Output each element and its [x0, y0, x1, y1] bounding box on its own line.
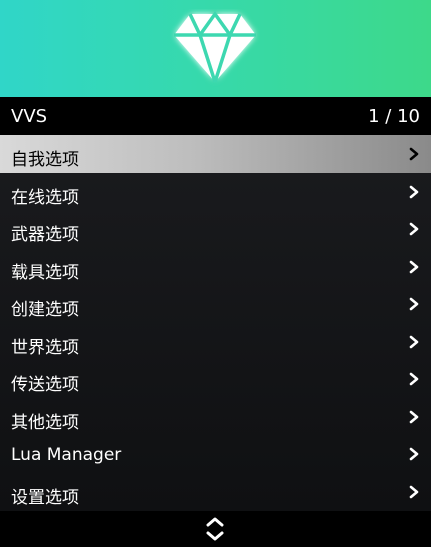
menu-item-misc-options[interactable]: 其他选项	[0, 398, 431, 436]
menu-item-vehicle-options[interactable]: 载具选项	[0, 248, 431, 286]
menu-list: 自我选项 在线选项 武器选项 载具选项 创建选项 世界选项 传送选项 其他选项	[0, 135, 431, 511]
menu-item-label: 其他选项	[11, 412, 79, 433]
mod-menu: VVS 1 / 10 自我选项 在线选项 武器选项 载具选项 创建选项 世界选项	[0, 0, 431, 547]
chevron-right-icon	[409, 222, 419, 236]
chevron-right-icon	[409, 260, 419, 273]
chevron-right-icon	[409, 410, 419, 423]
menu-banner	[0, 0, 431, 97]
chevron-right-icon	[409, 372, 419, 386]
menu-item-online-options[interactable]: 在线选项	[0, 173, 431, 211]
menu-footer	[0, 511, 431, 547]
chevron-right-icon	[409, 485, 419, 498]
scroll-up-down-icon[interactable]	[204, 514, 226, 544]
menu-item-label: Lua Manager	[11, 445, 122, 465]
menu-item-self-options[interactable]: 自我选项	[0, 135, 431, 173]
menu-item-world-options[interactable]: 世界选项	[0, 323, 431, 361]
menu-item-settings-options[interactable]: 设置选项	[0, 473, 431, 511]
chevron-right-icon	[409, 147, 419, 161]
menu-item-label: 创建选项	[11, 300, 79, 320]
menu-item-teleport-options[interactable]: 传送选项	[0, 360, 431, 398]
menu-item-label: 自我选项	[11, 150, 79, 170]
menu-item-lua-manager[interactable]: Lua Manager	[0, 435, 431, 473]
menu-item-label: 设置选项	[11, 487, 79, 508]
chevron-right-icon	[409, 185, 419, 198]
menu-item-label: 传送选项	[11, 375, 79, 395]
chevron-right-icon	[409, 297, 419, 311]
menu-header: VVS 1 / 10	[0, 97, 431, 135]
menu-item-label: 武器选项	[11, 225, 79, 245]
menu-title: VVS	[11, 106, 48, 127]
page-indicator: 1 / 10	[368, 106, 420, 127]
menu-item-weapon-options[interactable]: 武器选项	[0, 210, 431, 248]
diamond-icon	[174, 10, 256, 83]
chevron-right-icon	[409, 335, 419, 348]
menu-item-label: 在线选项	[11, 187, 79, 208]
menu-item-spawn-options[interactable]: 创建选项	[0, 285, 431, 323]
chevron-right-icon	[409, 447, 419, 461]
menu-item-label: 载具选项	[11, 262, 79, 283]
menu-item-label: 世界选项	[11, 337, 79, 358]
